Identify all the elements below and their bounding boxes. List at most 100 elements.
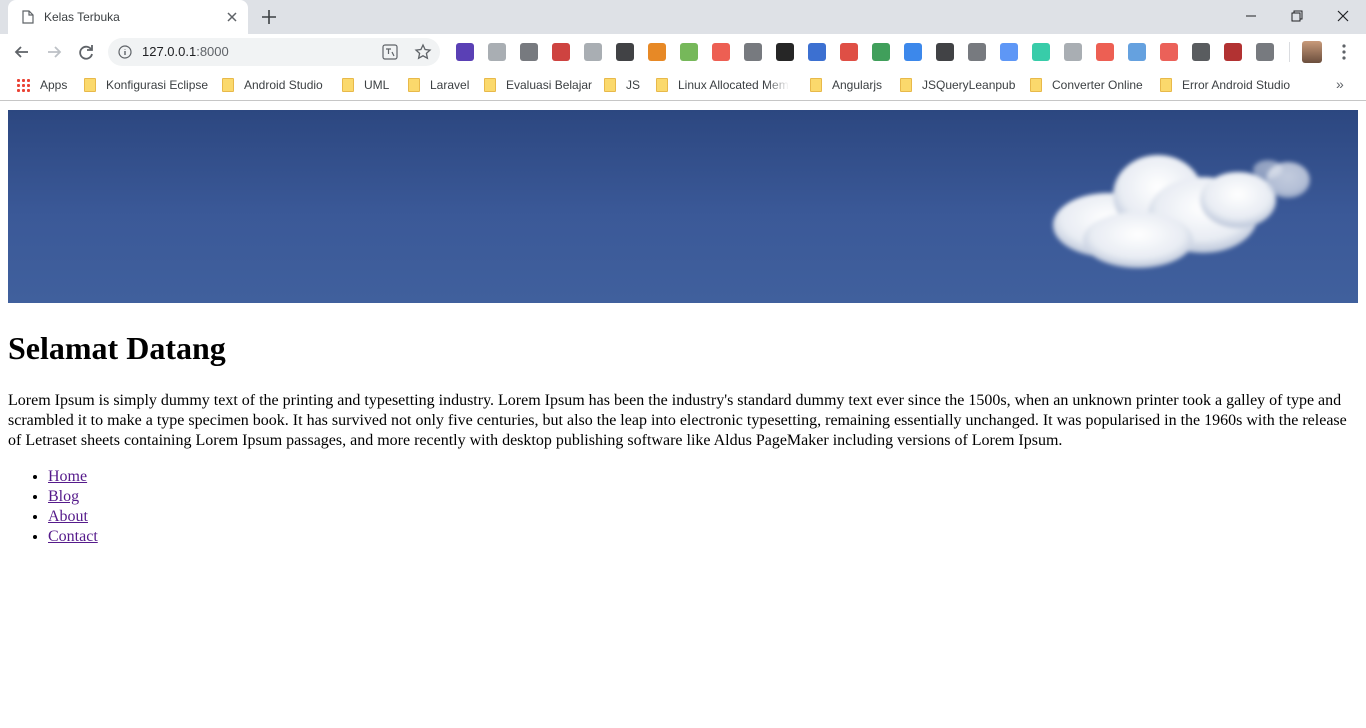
translate-extension-icon[interactable] bbox=[1000, 43, 1018, 61]
intro-paragraph: Lorem Ipsum is simply dummy text of the … bbox=[8, 392, 1347, 449]
globe-extension-icon[interactable] bbox=[872, 43, 890, 61]
translate-icon[interactable] bbox=[382, 44, 398, 60]
bookmark-item[interactable]: Linux Allocated Mem bbox=[656, 76, 789, 94]
cloud-image bbox=[1053, 155, 1310, 268]
nav-link-contact[interactable]: Contact bbox=[48, 528, 98, 545]
json-extension-icon[interactable] bbox=[936, 43, 954, 61]
nav-item-blog: Blog bbox=[48, 487, 98, 507]
url-host: 127.0.0.1 bbox=[142, 44, 197, 59]
bookmark-label: Apps bbox=[40, 78, 68, 92]
folder-icon bbox=[604, 78, 616, 92]
back-arrow-icon[interactable] bbox=[12, 42, 32, 62]
folder-icon bbox=[342, 78, 354, 92]
bookmark-label: Evaluasi Belajar bbox=[506, 78, 593, 92]
folder-icon bbox=[656, 78, 668, 92]
bookmark-label: JSQueryLeanpub bbox=[922, 78, 1016, 92]
bookmark-label: Linux Allocated Mem bbox=[678, 78, 789, 92]
toolbar-divider bbox=[1289, 42, 1290, 62]
bookmark-item[interactable]: Converter Online bbox=[1030, 76, 1143, 94]
nav-item-contact: Contact bbox=[48, 527, 98, 547]
more-menu-icon[interactable] bbox=[1336, 42, 1352, 62]
folder-icon bbox=[900, 78, 912, 92]
nav-link-home[interactable]: Home bbox=[48, 468, 87, 485]
nav-link-about[interactable]: About bbox=[48, 508, 88, 525]
print-extension-icon[interactable] bbox=[680, 43, 698, 61]
close-tab-icon[interactable] bbox=[225, 10, 239, 24]
folder-icon bbox=[810, 78, 822, 92]
new-tab-icon[interactable] bbox=[260, 8, 278, 26]
bookmarks-bar: Apps Konfigurasi Eclipse Android Studio UML… bbox=[0, 70, 1366, 101]
grammarly-extension-icon[interactable] bbox=[1032, 43, 1050, 61]
bookmark-item[interactable]: Evaluasi Belajar bbox=[484, 76, 592, 94]
address-bar[interactable]: 127.0.0.1:8000 bbox=[108, 38, 440, 66]
bookmark-label: Converter Online bbox=[1052, 78, 1143, 92]
film-extension-icon[interactable] bbox=[744, 43, 762, 61]
pdf-extension-icon[interactable] bbox=[712, 43, 730, 61]
lightbulb-extension-icon[interactable] bbox=[968, 43, 986, 61]
bookmark-label: Laravel bbox=[430, 78, 470, 92]
browser-toolbar: 127.0.0.1:8000 bbox=[0, 34, 1366, 70]
bookmark-star-icon[interactable] bbox=[414, 43, 432, 61]
browser-tab[interactable]: Kelas Terbuka bbox=[8, 0, 248, 34]
restore-window-icon[interactable] bbox=[1284, 4, 1310, 28]
profile-avatar[interactable] bbox=[1302, 41, 1322, 63]
nav-item-home: Home bbox=[48, 467, 98, 487]
bookmark-item[interactable]: UML bbox=[342, 76, 389, 94]
image-extension-icon[interactable] bbox=[1064, 43, 1082, 61]
reload-icon[interactable] bbox=[76, 42, 96, 62]
download-extension-icon[interactable] bbox=[648, 43, 666, 61]
site-nav-list: Home Blog About Contact bbox=[48, 467, 98, 547]
bookmark-label: Konfigurasi Eclipse bbox=[106, 78, 209, 92]
minimize-window-icon[interactable] bbox=[1238, 4, 1264, 28]
url-port: :8000 bbox=[196, 44, 229, 59]
bookmark-label: Android Studio bbox=[244, 78, 323, 92]
ublock-extension-icon[interactable] bbox=[552, 43, 570, 61]
folder-icon bbox=[84, 78, 96, 92]
forward-arrow-icon[interactable] bbox=[44, 42, 64, 62]
bookmark-item[interactable]: Angularjs bbox=[810, 76, 882, 94]
folder-icon bbox=[222, 78, 234, 92]
vuejs-extension-icon[interactable] bbox=[904, 43, 922, 61]
code-extension-icon[interactable] bbox=[520, 43, 538, 61]
cloud-save-extension-icon[interactable] bbox=[488, 43, 506, 61]
apps-grid-icon bbox=[16, 78, 30, 92]
gear-extension-icon[interactable] bbox=[1256, 43, 1274, 61]
adblock-plus-extension-icon[interactable] bbox=[840, 43, 858, 61]
page-heading: Selamat Datang bbox=[8, 330, 226, 366]
wave-extension-icon[interactable] bbox=[1128, 43, 1146, 61]
cow-extension-icon[interactable] bbox=[1192, 43, 1210, 61]
bookmark-item[interactable]: Apps bbox=[16, 76, 67, 94]
folder-icon bbox=[408, 78, 420, 92]
bookmark-label: Error Android Studio bbox=[1182, 78, 1291, 92]
page-icon bbox=[22, 10, 34, 24]
bookmark-item[interactable]: Laravel bbox=[408, 76, 469, 94]
folder-icon bbox=[1030, 78, 1042, 92]
info-extension-icon[interactable] bbox=[808, 43, 826, 61]
folder-icon bbox=[484, 78, 496, 92]
url-text[interactable]: 127.0.0.1:8000 bbox=[142, 44, 229, 59]
nav-item-about: About bbox=[48, 507, 98, 527]
bookmark-label: JS bbox=[626, 78, 641, 92]
screenshot-extension-icon[interactable] bbox=[1160, 43, 1178, 61]
page-viewport: Selamat Datang Lorem Ipsum is simply dum… bbox=[0, 102, 1366, 728]
record-extension-icon[interactable] bbox=[1096, 43, 1114, 61]
metro-extension-icon[interactable] bbox=[1224, 43, 1242, 61]
layers-extension-icon[interactable] bbox=[456, 43, 474, 61]
stats-extension-icon[interactable] bbox=[584, 43, 602, 61]
folder-icon bbox=[1160, 78, 1172, 92]
bookmark-label: UML bbox=[364, 78, 390, 92]
bookmarks-overflow-button[interactable]: » bbox=[1336, 76, 1344, 92]
bookmark-item[interactable]: JSQueryLeanpub bbox=[900, 76, 1015, 94]
close-window-icon[interactable] bbox=[1330, 4, 1356, 28]
bookmark-item[interactable]: JS bbox=[604, 76, 640, 94]
bookmark-label: Angularjs bbox=[832, 78, 883, 92]
tab-title: Kelas Terbuka bbox=[44, 10, 120, 24]
site-info-icon[interactable] bbox=[118, 45, 132, 59]
jb-extension-icon[interactable] bbox=[776, 43, 794, 61]
sync-extension-icon[interactable] bbox=[616, 43, 634, 61]
bookmark-item[interactable]: Android Studio bbox=[222, 76, 323, 94]
bookmark-item[interactable]: Error Android Studio bbox=[1160, 76, 1290, 94]
bookmark-item[interactable]: Konfigurasi Eclipse bbox=[84, 76, 208, 94]
nav-link-blog[interactable]: Blog bbox=[48, 488, 79, 505]
header-banner-image bbox=[8, 110, 1358, 303]
